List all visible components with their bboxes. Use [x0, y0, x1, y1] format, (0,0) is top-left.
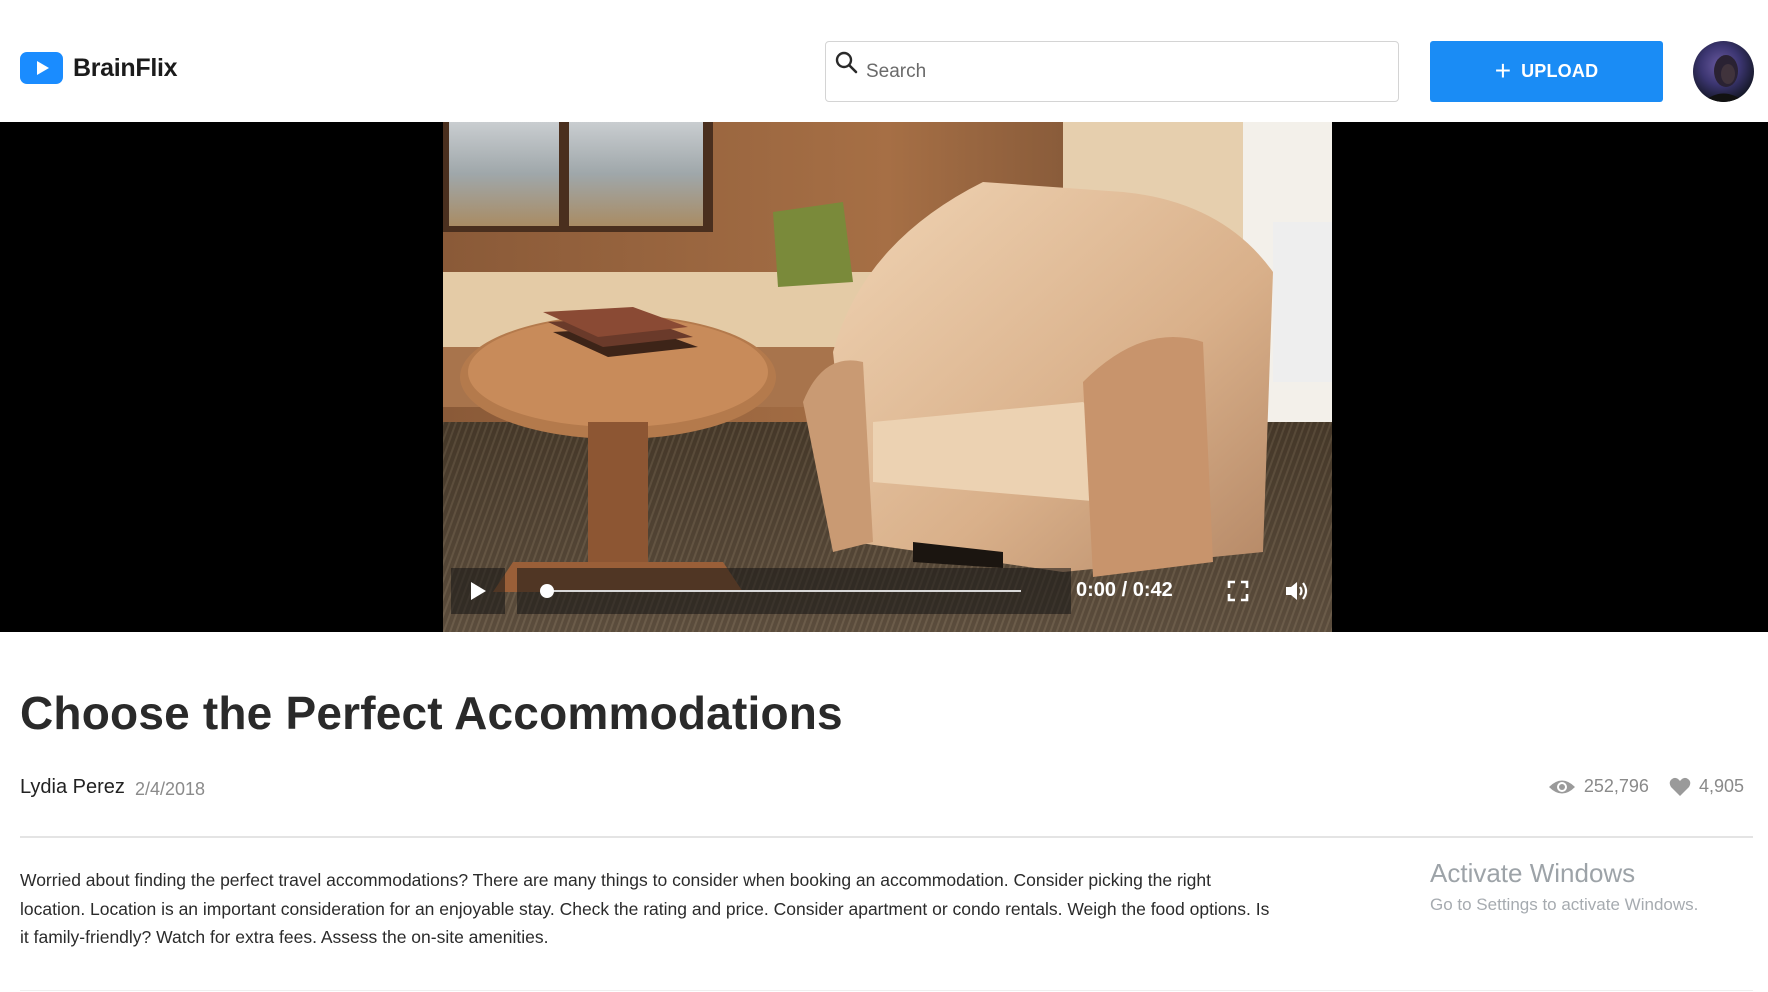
time-display: 0:00 / 0:42	[1076, 579, 1173, 601]
video-title: Choose the Perfect Accommodations	[20, 687, 843, 739]
progress-scrubber[interactable]	[540, 584, 554, 598]
views-count: 252,796	[1583, 776, 1649, 796]
plus-icon: +	[1494, 54, 1512, 86]
activate-windows-title: Activate Windows	[1430, 858, 1636, 888]
divider	[20, 836, 1753, 838]
play-logo-icon	[20, 52, 63, 84]
brainflix-logo[interactable]: BrainFlix	[20, 52, 178, 84]
channel-name[interactable]: Lydia Perez	[20, 776, 125, 799]
progress-track[interactable]	[540, 584, 1021, 598]
upload-label: UPLOAD	[1521, 61, 1599, 81]
play-button[interactable]	[451, 568, 505, 614]
activate-windows-watermark: Activate Windows Go to Settings to activ…	[1430, 858, 1698, 915]
play-icon	[471, 582, 486, 600]
logo-text: BrainFlix	[73, 53, 178, 82]
video-player: 0:00 / 0:42	[0, 122, 1768, 632]
video-description: Worried about finding the perfect travel…	[20, 870, 1270, 947]
likes-stat[interactable]: 4,905	[1669, 776, 1744, 797]
likes-count: 4,905	[1698, 776, 1744, 796]
progress-bar[interactable]	[517, 568, 1071, 614]
search-icon	[835, 51, 858, 74]
video-stats: 252,796 4,905	[1548, 776, 1744, 797]
top-nav: BrainFlix + UPLOAD	[0, 0, 1768, 122]
heart-icon	[1669, 777, 1691, 796]
user-avatar[interactable]	[1693, 41, 1754, 102]
publish-date: 2/4/2018	[135, 779, 206, 799]
upload-button[interactable]: + UPLOAD	[1430, 41, 1663, 102]
fullscreen-icon	[1227, 580, 1249, 602]
volume-button[interactable]	[1283, 578, 1311, 604]
video-poster[interactable]: 0:00 / 0:42	[443, 122, 1332, 632]
eye-icon	[1548, 780, 1575, 793]
divider	[20, 990, 1753, 991]
search-box[interactable]	[825, 41, 1399, 102]
views-stat: 252,796	[1548, 776, 1649, 797]
fullscreen-button[interactable]	[1225, 578, 1251, 604]
search-input[interactable]	[864, 52, 1384, 92]
player-controls: 0:00 / 0:42	[443, 568, 1332, 614]
video-poster-image	[443, 122, 1332, 632]
activate-windows-subtitle: Go to Settings to activate Windows.	[1430, 895, 1699, 914]
volume-icon	[1286, 582, 1308, 600]
